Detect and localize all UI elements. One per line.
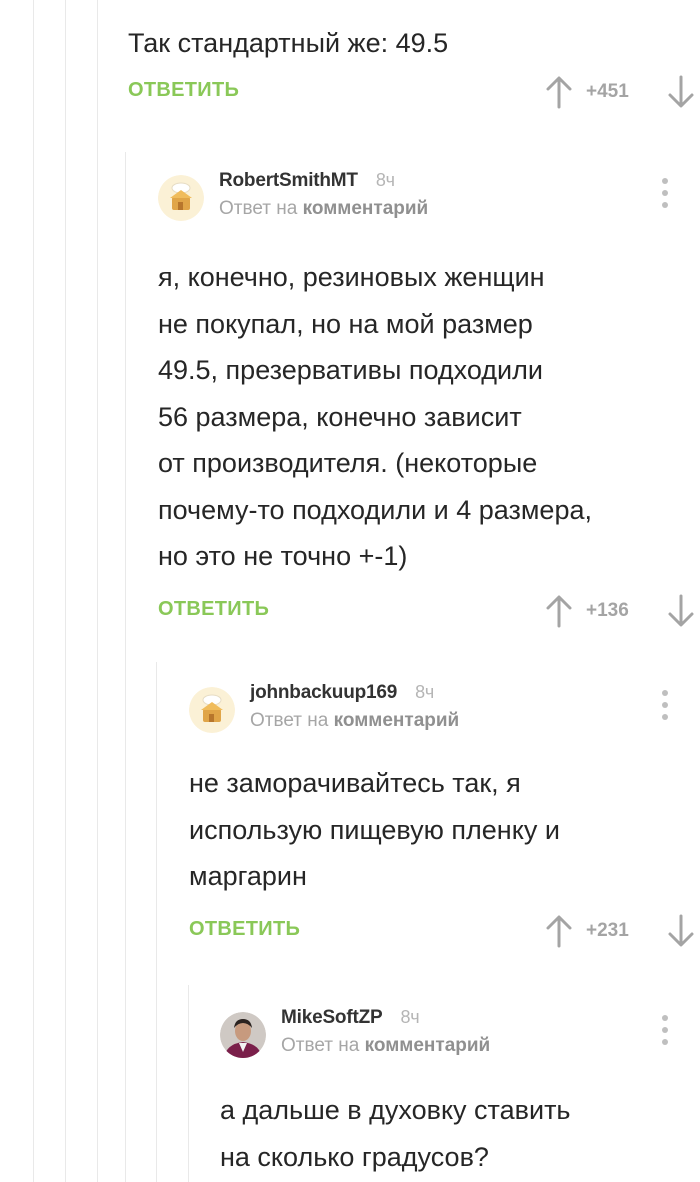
comment-header: johnbackuup169 8ч Ответ на комментарий (189, 682, 700, 740)
more-options-icon[interactable] (662, 1015, 668, 1045)
comment-actions: ОТВЕТИТЬ +136 (158, 594, 700, 634)
downvote-arrow-icon[interactable] (666, 594, 696, 628)
reply-to-note: Ответ на комментарий (219, 198, 429, 219)
comment-time: 8ч (375, 170, 395, 190)
thread-line (188, 985, 189, 1182)
thread-line (65, 0, 66, 1182)
thread-line (125, 152, 126, 1182)
reply-to-note: Ответ на комментарий (250, 710, 460, 731)
avatar[interactable] (189, 687, 235, 733)
comment-johnbackuup169: johnbackuup169 8ч Ответ на комментарий не… (189, 682, 700, 954)
thread-line (156, 662, 157, 1182)
comment-actions: ОТВЕТИТЬ +231 (189, 914, 700, 954)
reply-target-link[interactable]: комментарий (365, 1035, 491, 1056)
vote-block: +136 (520, 594, 700, 634)
comment-text: я, конечно, резиновых женщин не покупал,… (158, 262, 592, 571)
author-name[interactable]: MikeSoftZP 8ч (281, 1007, 420, 1029)
user-photo-avatar (220, 1012, 266, 1058)
upvote-arrow-icon[interactable] (544, 594, 574, 628)
avatar[interactable] (158, 175, 204, 221)
more-options-icon[interactable] (662, 690, 668, 720)
comment-header: RobertSmithMT 8ч Ответ на комментарий (158, 170, 700, 228)
reply-target-link[interactable]: комментарий (334, 710, 460, 731)
reply-button[interactable]: ОТВЕТИТЬ (128, 79, 239, 102)
thread-line (33, 0, 34, 1182)
comment-mikesoftzp: MikeSoftZP 8ч Ответ на комментарий а даль… (220, 1007, 700, 1180)
avatar[interactable] (220, 1012, 266, 1058)
rating-count: +231 (586, 919, 629, 941)
upvote-arrow-icon[interactable] (544, 75, 574, 109)
downvote-arrow-icon[interactable] (666, 914, 696, 948)
comment-actions: ОТВЕТИТЬ +451 (128, 75, 700, 115)
comment-top: Так стандартный же: 49.5 ОТВЕТИТЬ +451 (128, 20, 700, 115)
pikabu-default-avatar-icon (158, 175, 204, 221)
comment-time: 8ч (400, 1007, 420, 1027)
reply-button[interactable]: ОТВЕТИТЬ (158, 598, 269, 621)
comment-text: а дальше в духовку ставить на сколько гр… (220, 1095, 571, 1172)
pikabu-default-avatar-icon (189, 687, 235, 733)
comment-time: 8ч (415, 682, 435, 702)
comment-text: не заморачивайтесь так, я использую пище… (189, 768, 560, 891)
comment-header: MikeSoftZP 8ч Ответ на комментарий (220, 1007, 700, 1065)
author-name[interactable]: RobertSmithMT 8ч (219, 170, 395, 192)
comment-text: Так стандартный же: 49.5 (128, 28, 449, 58)
reply-to-note: Ответ на комментарий (281, 1035, 491, 1056)
reply-target-link[interactable]: комментарий (303, 198, 429, 219)
vote-block: +231 (520, 914, 700, 954)
upvote-arrow-icon[interactable] (544, 914, 574, 948)
comment-robertsmithmt: RobertSmithMT 8ч Ответ на комментарий я, … (158, 170, 700, 634)
vote-block: +451 (520, 75, 700, 115)
thread-line (97, 0, 98, 1182)
downvote-arrow-icon[interactable] (666, 75, 696, 109)
rating-count: +136 (586, 599, 629, 621)
more-options-icon[interactable] (662, 178, 668, 208)
rating-count: +451 (586, 80, 629, 102)
reply-button[interactable]: ОТВЕТИТЬ (189, 918, 300, 941)
author-name[interactable]: johnbackuup169 8ч (250, 682, 434, 704)
